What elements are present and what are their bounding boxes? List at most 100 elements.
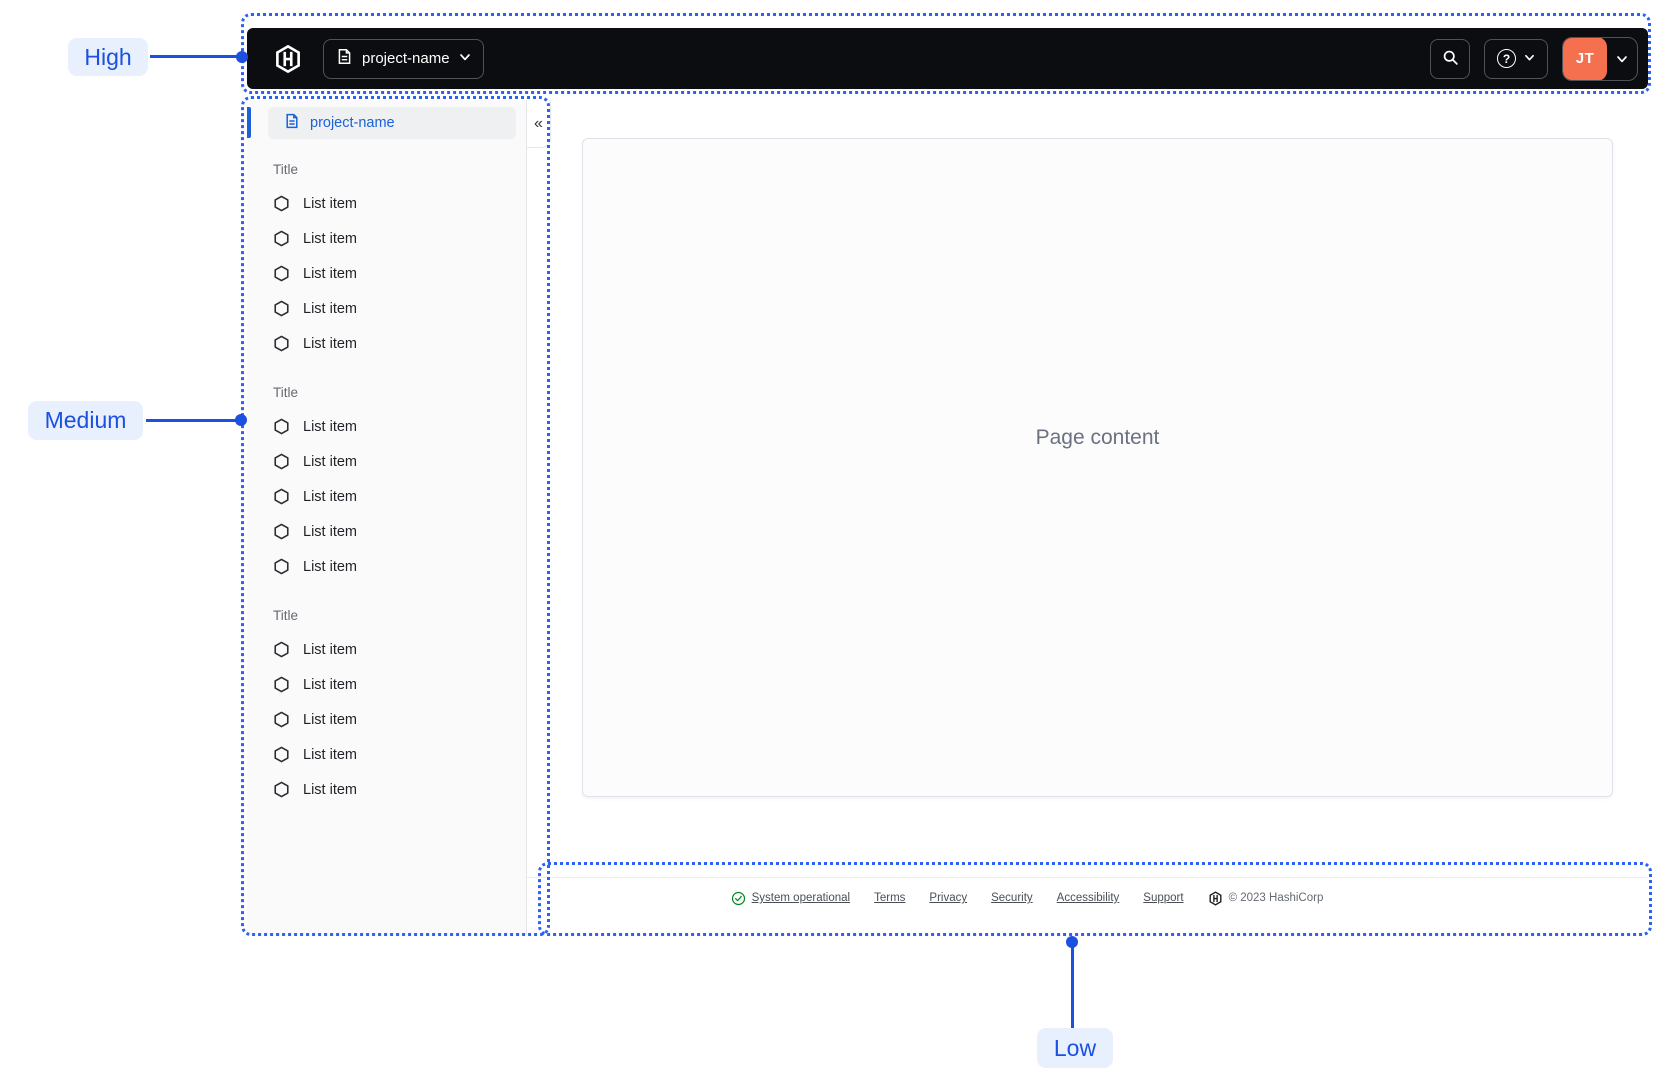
hexagon-icon — [274, 488, 289, 505]
sidebar-item-label: List item — [303, 453, 357, 470]
hexagon-icon — [274, 418, 289, 435]
sidebar: project-name Title List item List item L… — [247, 100, 527, 935]
sidebar-list-item[interactable]: List item — [273, 702, 526, 737]
sidebar-list-item[interactable]: List item — [273, 632, 526, 667]
sidebar-item-label: List item — [303, 641, 357, 658]
navbar-right-cluster: ? JT — [1430, 36, 1638, 81]
system-status: System operational — [731, 888, 850, 908]
search-button[interactable] — [1430, 38, 1470, 79]
annotation-dot-medium — [235, 414, 247, 426]
hexagon-icon — [274, 523, 289, 540]
document-icon — [336, 48, 353, 69]
hexagon-icon — [274, 676, 289, 693]
hexagon-icon — [274, 265, 289, 282]
hexagon-icon — [274, 300, 289, 317]
hexagon-icon — [274, 230, 289, 247]
help-icon: ? — [1497, 49, 1516, 68]
sidebar-list-item[interactable]: List item — [273, 549, 526, 584]
hexagon-icon — [274, 641, 289, 658]
collapse-icon: « — [534, 114, 543, 132]
sidebar-section-title: Title — [273, 608, 299, 623]
chevron-down-icon — [1524, 51, 1535, 66]
sidebar-list-item[interactable]: List item — [273, 737, 526, 772]
document-icon — [284, 113, 300, 133]
sidebar-item-label: List item — [303, 265, 357, 282]
search-icon — [1442, 49, 1459, 69]
annotation-leader-high — [150, 55, 242, 58]
help-menu-button[interactable]: ? — [1484, 38, 1548, 79]
hashicorp-logo-icon — [1209, 890, 1222, 906]
sidebar-list-item[interactable]: List item — [273, 221, 526, 256]
footer-link[interactable]: Terms — [874, 892, 905, 904]
annotation-dot-high — [236, 51, 248, 63]
hexagon-icon — [274, 195, 289, 212]
annotation-leader-medium — [146, 419, 241, 422]
annotation-dot-low — [1066, 936, 1078, 948]
hexagon-icon — [274, 781, 289, 798]
footer-link[interactable]: Accessibility — [1057, 892, 1120, 904]
hexagon-icon — [274, 746, 289, 763]
chevron-down-icon — [459, 50, 471, 67]
app-canvas: project-name ? JT project-name Title Lis… — [0, 0, 1672, 1078]
check-circle-icon — [731, 891, 745, 905]
sidebar-item-label: List item — [303, 558, 357, 575]
sidebar-item-label: List item — [303, 523, 357, 540]
sidebar-list-item[interactable]: List item — [273, 772, 526, 807]
hexagon-icon — [274, 335, 289, 352]
sidebar-list-item[interactable]: List item — [273, 186, 526, 221]
annotation-label-medium: Medium — [28, 401, 143, 440]
hexagon-icon — [274, 558, 289, 575]
status-link[interactable]: System operational — [752, 892, 850, 904]
footer-link[interactable]: Privacy — [929, 892, 967, 904]
copyright-text: © 2023 HashiCorp — [1228, 892, 1324, 904]
top-navbar: project-name ? JT — [247, 28, 1648, 89]
footer: System operational Terms Privacy Security A… — [527, 877, 1647, 935]
sidebar-collapse-button[interactable]: « — [527, 100, 551, 148]
sidebar-project-link[interactable]: project-name — [268, 107, 516, 139]
page-content-placeholder: Page content — [1035, 425, 1160, 449]
sidebar-list-item[interactable]: List item — [273, 256, 526, 291]
hexagon-icon — [274, 453, 289, 470]
annotation-label-low: Low — [1037, 1028, 1113, 1068]
user-menu-button[interactable]: JT — [1562, 36, 1638, 81]
sidebar-list-item[interactable]: List item — [273, 326, 526, 361]
sidebar-section-title: Title — [273, 162, 299, 177]
footer-link[interactable]: Support — [1143, 892, 1183, 904]
chevron-down-icon — [1607, 53, 1637, 65]
annotation-label-high: High — [68, 38, 148, 76]
sidebar-section: Title List item List item List item List… — [273, 160, 526, 361]
copyright: © 2023 HashiCorp — [1208, 888, 1324, 908]
sidebar-section: Title List item List item List item List… — [273, 606, 526, 807]
project-switcher-label: project-name — [362, 50, 450, 67]
project-switcher-button[interactable]: project-name — [323, 38, 484, 79]
sidebar-list-item[interactable]: List item — [273, 409, 526, 444]
sidebar-item-label: List item — [303, 300, 357, 317]
avatar: JT — [1563, 37, 1607, 80]
sidebar-item-label: List item — [303, 711, 357, 728]
sidebar-list-item[interactable]: List item — [273, 291, 526, 326]
active-indicator-bar — [247, 107, 251, 138]
page-content-panel: Page content — [582, 138, 1613, 797]
sidebar-item-label: List item — [303, 746, 357, 763]
annotation-leader-low — [1071, 944, 1074, 1030]
sidebar-project-label: project-name — [310, 115, 395, 131]
footer-links: Terms Privacy Security Accessibility Support — [874, 888, 1183, 908]
sidebar-list-item[interactable]: List item — [273, 667, 526, 702]
sidebar-item-label: List item — [303, 418, 357, 435]
sidebar-item-label: List item — [303, 195, 357, 212]
sidebar-list-item[interactable]: List item — [273, 514, 526, 549]
sidebar-list-item[interactable]: List item — [273, 444, 526, 479]
sidebar-item-label: List item — [303, 676, 357, 693]
sidebar-item-label: List item — [303, 488, 357, 505]
footer-link[interactable]: Security — [991, 892, 1033, 904]
sidebar-item-label: List item — [303, 335, 357, 352]
sidebar-section-title: Title — [273, 385, 299, 400]
sidebar-list-item[interactable]: List item — [273, 479, 526, 514]
hashicorp-logo-icon — [273, 44, 303, 74]
sidebar-section: Title List item List item List item List… — [273, 383, 526, 584]
hexagon-icon — [274, 711, 289, 728]
sidebar-sections: Title List item List item List item List… — [247, 160, 526, 807]
sidebar-item-label: List item — [303, 781, 357, 798]
sidebar-header: project-name — [247, 100, 526, 140]
sidebar-item-label: List item — [303, 230, 357, 247]
